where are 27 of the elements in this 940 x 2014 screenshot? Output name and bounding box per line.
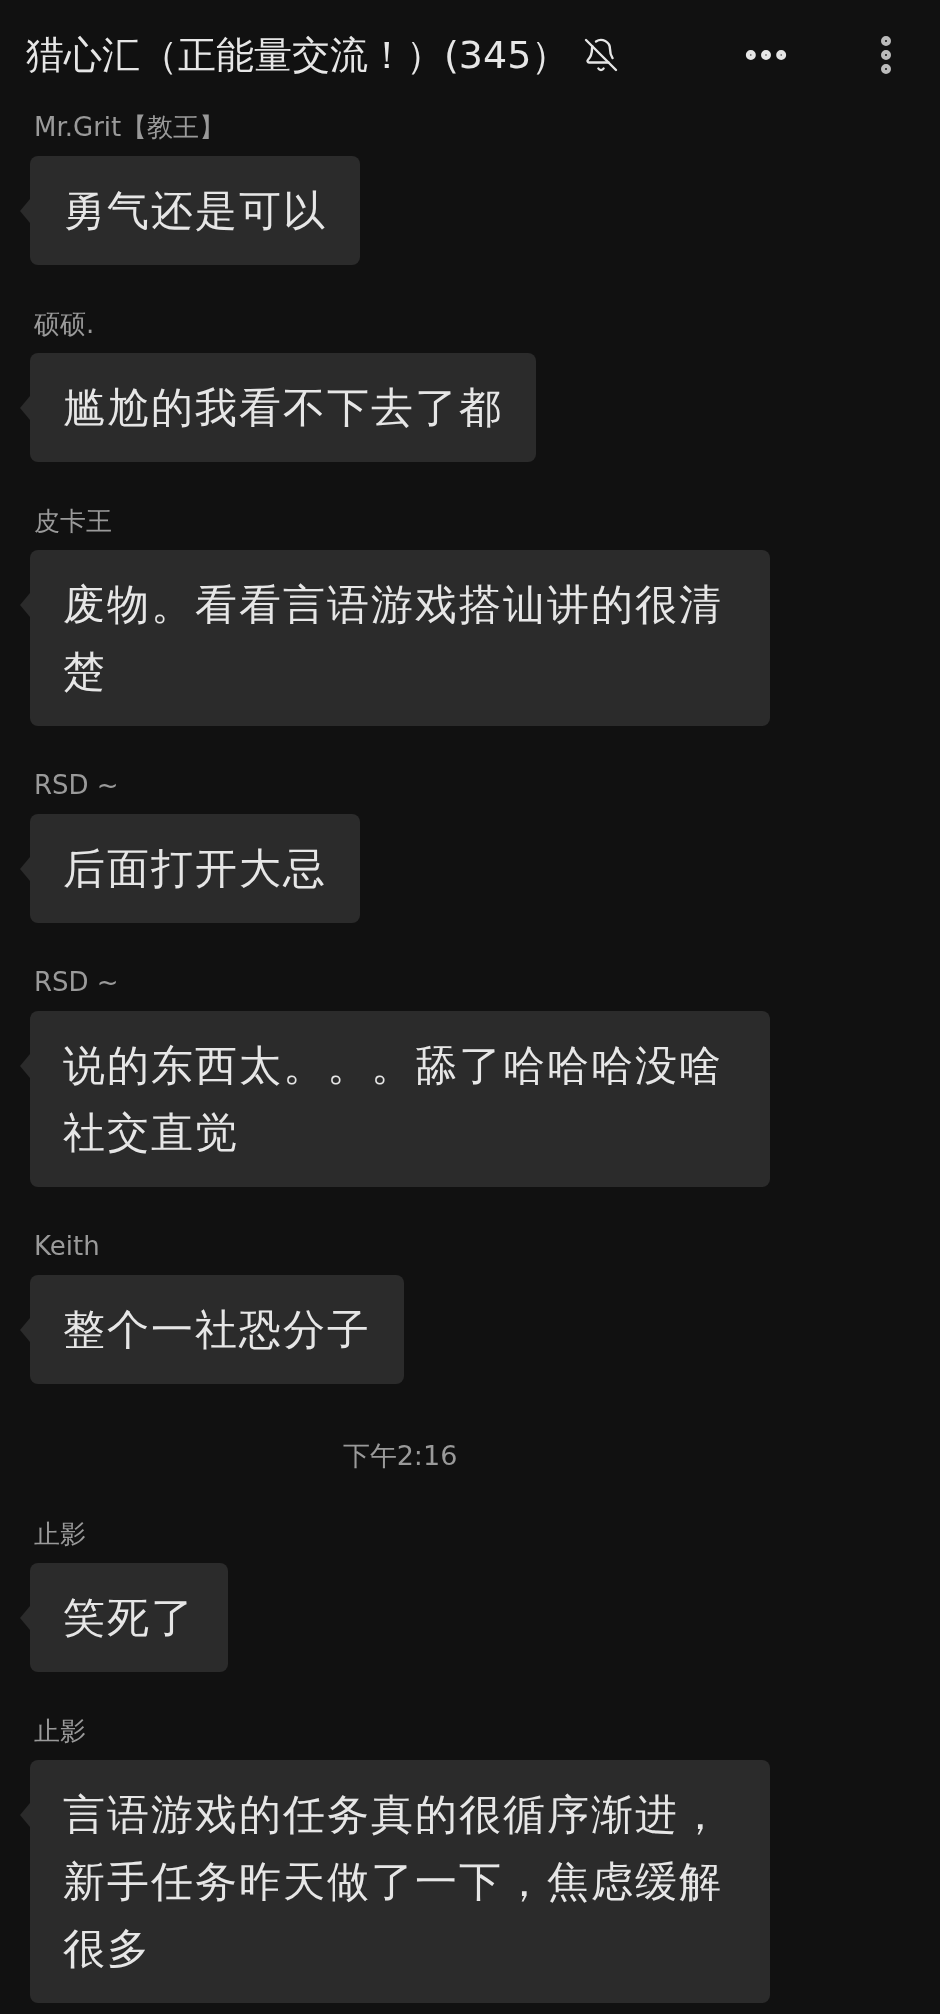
bubble-tail [20, 396, 30, 420]
chat-title: 猎心汇（正能量交流！）(345） [26, 31, 570, 79]
sender-name: 止影 [34, 1517, 87, 1551]
timestamp: 下午2:16 [342, 1439, 458, 1473]
bubble-tail [20, 199, 30, 223]
message-bubble[interactable]: 说的东西太。。。舔了哈哈哈没啥社交直觉 [30, 1011, 770, 1187]
message-bubble[interactable]: 笑死了 [30, 1562, 228, 1672]
bubble-tail [20, 1605, 30, 1630]
sender-name: 硕硕. [34, 308, 96, 341]
message-bubble[interactable]: 言语游戏的任务真的很循序渐进，新手任务昨天做了一下，焦虑缓解很多 [30, 1759, 770, 2003]
message-bubble[interactable]: 勇气还是可以 [30, 156, 360, 265]
sender-name: 止影 [34, 1714, 87, 1748]
sender-name: Mr.Grit【教王】 [34, 111, 227, 144]
sender-name: Keith [34, 1230, 101, 1263]
message-bubble[interactable]: 废物。看看言语游戏搭讪讲的很清楚 [30, 550, 770, 726]
sender-name: 皮卡王 [34, 505, 113, 538]
bubble-tail [20, 593, 30, 617]
bubble-tail [20, 857, 30, 881]
message-bubble[interactable]: 后面打开大忌 [30, 814, 360, 923]
message-bubble[interactable]: 尴尬的我看不下去了都 [30, 353, 536, 462]
bubble-tail [20, 1802, 30, 1827]
bell-off-icon[interactable] [583, 37, 620, 73]
sender-name: RSD ~ [34, 769, 120, 802]
bubble-tail [20, 1318, 30, 1342]
sender-name: RSD ~ [34, 966, 120, 999]
message-bubble[interactable]: 整个一社恐分子 [30, 1275, 404, 1384]
bubble-tail [20, 1054, 30, 1078]
